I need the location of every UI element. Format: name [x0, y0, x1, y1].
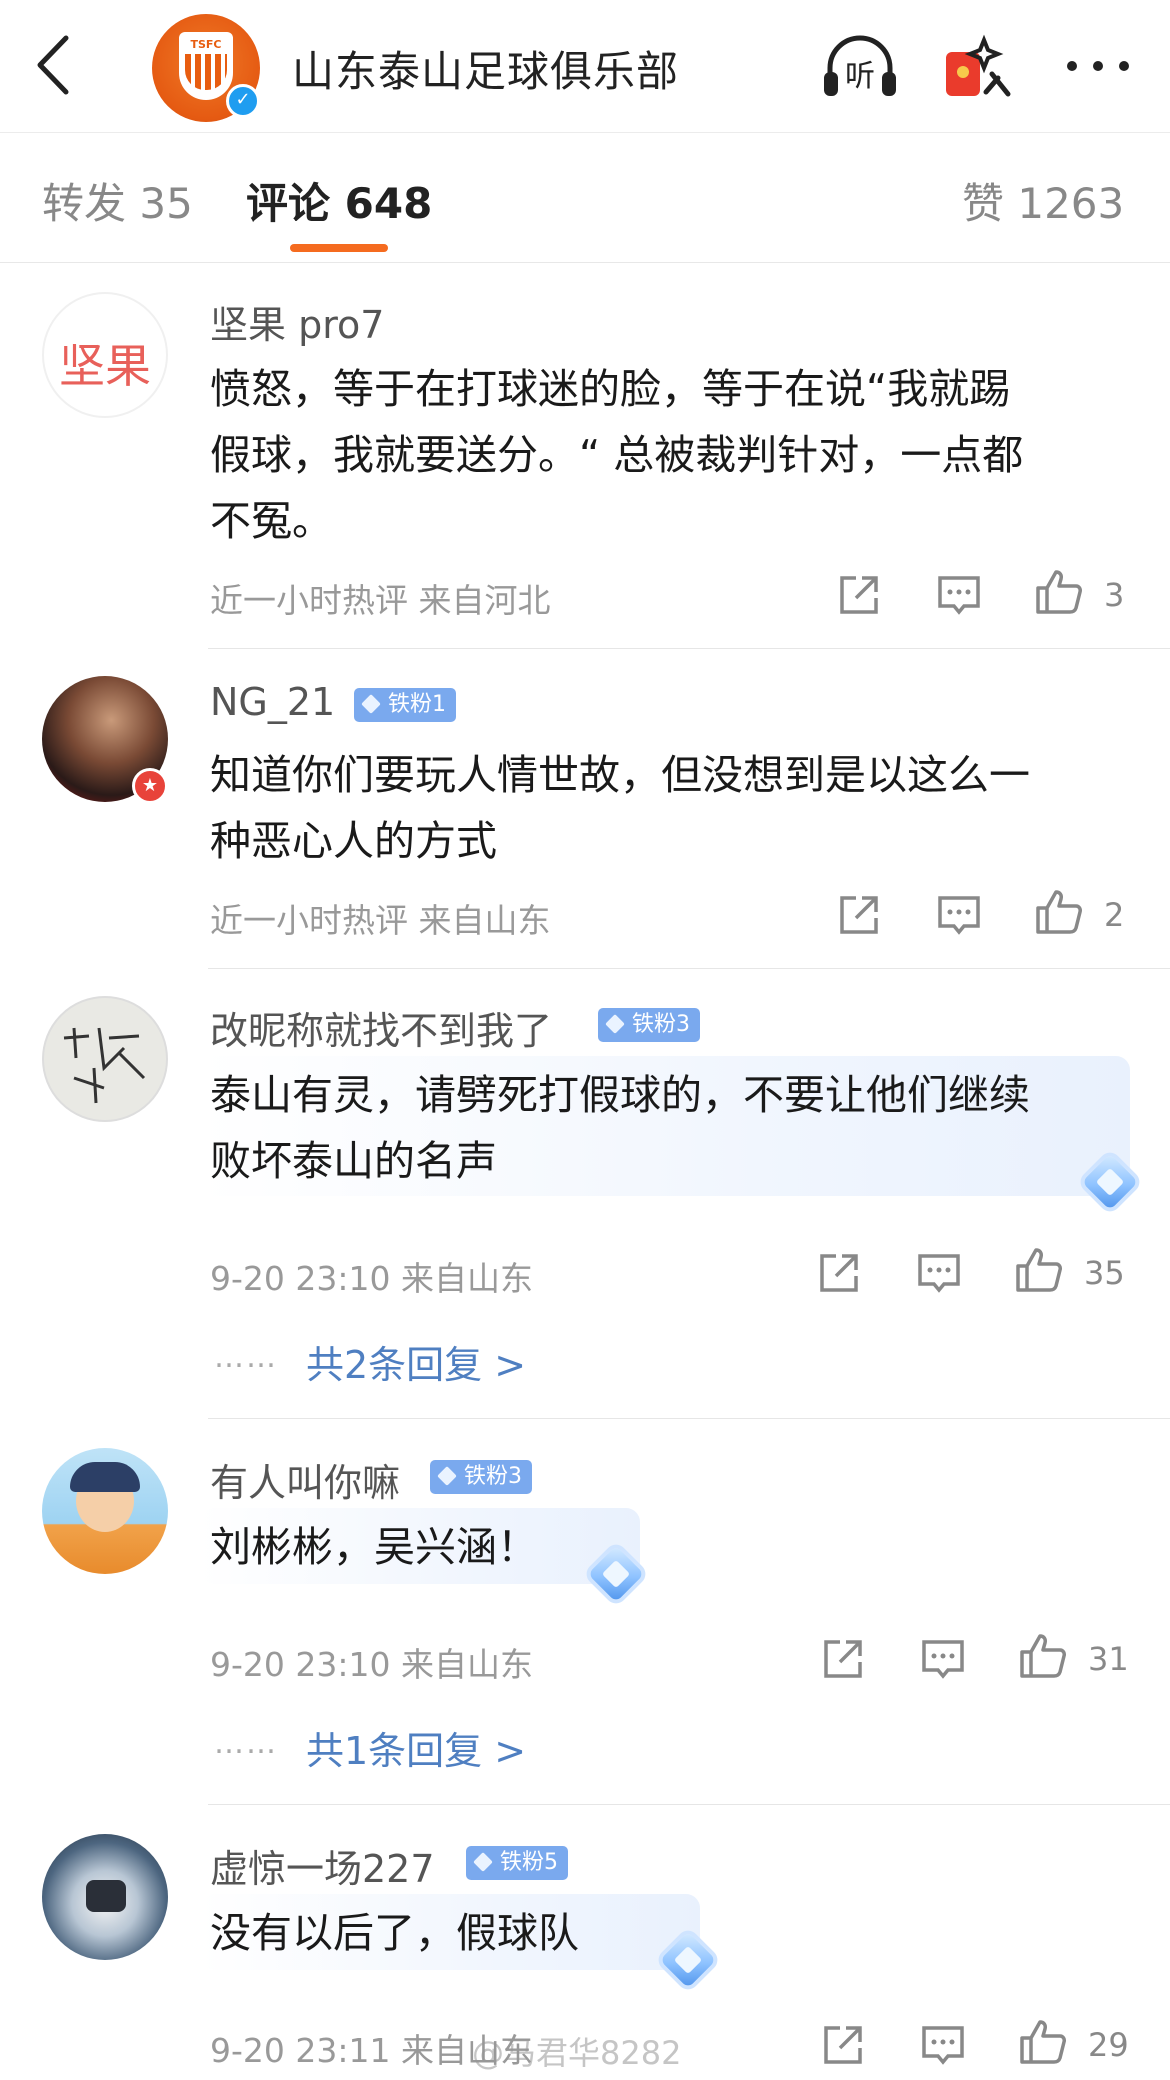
- like-thumb-icon[interactable]: [1034, 566, 1084, 616]
- fan-level-badge: 铁粉5: [466, 1846, 568, 1880]
- comment-username[interactable]: 改昵称就找不到我了: [210, 1000, 552, 1055]
- comment-divider: [208, 968, 1170, 969]
- like-count: 3: [1104, 576, 1125, 614]
- avatar[interactable]: [42, 996, 168, 1122]
- avatar[interactable]: [42, 1834, 168, 1960]
- comment-icon[interactable]: [934, 890, 984, 940]
- avatar[interactable]: 坚果: [42, 292, 168, 418]
- view-replies-link[interactable]: 共2条回复 >: [306, 1334, 526, 1389]
- comment-divider: [208, 1418, 1170, 1419]
- view-replies-link[interactable]: 共1条回复 >: [306, 1720, 526, 1775]
- comment-username[interactable]: NG_21: [210, 680, 335, 724]
- comment-icon[interactable]: [918, 1634, 968, 1684]
- comment-meta: 近一小时热评 来自河北: [210, 581, 551, 620]
- like-thumb-icon[interactable]: [1014, 1244, 1064, 1294]
- like-count: 29: [1088, 2026, 1129, 2064]
- comment-text: 知道你们要玩人情世故，但没想到是以这么一 种恶心人的方式: [210, 751, 1030, 865]
- logo-text: TSFC: [190, 38, 222, 51]
- comment-meta: 近一小时热评 来自山东: [210, 901, 551, 940]
- comment-icon[interactable]: [934, 570, 984, 620]
- comment-icon[interactable]: [918, 2020, 968, 2070]
- fan-level-badge: 铁粉1: [354, 688, 456, 722]
- active-tab-indicator: [290, 244, 388, 252]
- avatar-text: 坚果: [59, 339, 151, 393]
- share-icon[interactable]: [818, 2020, 868, 2070]
- like-thumb-icon[interactable]: [1034, 886, 1084, 936]
- comment-divider: [208, 1804, 1170, 1805]
- like-count: 2: [1104, 896, 1125, 934]
- listen-headphones-icon[interactable]: 听: [820, 28, 900, 104]
- more-icon[interactable]: [1058, 28, 1138, 104]
- verified-badge-icon: ✓: [226, 84, 260, 118]
- star-badge-icon: ★: [132, 768, 168, 804]
- fan-level-badge: 铁粉3: [430, 1460, 532, 1494]
- like-count: 31: [1088, 1640, 1129, 1678]
- share-icon[interactable]: [818, 1634, 868, 1684]
- comment-meta: 9-20 23:10 来自山东: [210, 1645, 533, 1684]
- comment-username[interactable]: 虚惊一场227: [210, 1838, 435, 1893]
- red-envelope-icon[interactable]: [940, 28, 1020, 104]
- like-thumb-icon[interactable]: [1018, 2016, 1068, 2066]
- comment-text: 没有以后了，假球队: [210, 1909, 579, 1957]
- top-bar: TSFC ✓ 山东泰山足球俱乐部 听: [0, 0, 1170, 133]
- share-icon[interactable]: [834, 890, 884, 940]
- comment-username[interactable]: 坚果 pro7: [210, 294, 384, 349]
- tab-likes[interactable]: 赞 1263: [962, 170, 1124, 231]
- comment-username[interactable]: 有人叫你嘛: [210, 1452, 400, 1507]
- fan-level-badge: 铁粉3: [598, 1008, 700, 1042]
- tabs-divider: [0, 262, 1170, 263]
- comment-text: 愤怒，等于在打球迷的脸，等于在说“我就踢 假球，我就要送分。“ 总被裁判针对，一…: [210, 365, 1024, 545]
- reply-dots: ……: [214, 1340, 278, 1375]
- comment-text: 泰山有灵，请劈死打假球的，不要让他们继续 败坏泰山的名声: [210, 1071, 1030, 1185]
- reply-dots: ……: [214, 1726, 278, 1761]
- comment-divider: [208, 648, 1170, 649]
- avatar[interactable]: [42, 1448, 168, 1574]
- svg-text:听: 听: [845, 59, 875, 94]
- watermark: @马君华8282: [472, 2034, 682, 2072]
- share-icon[interactable]: [814, 1248, 864, 1298]
- comment-text: 刘彬彬，吴兴涵！: [210, 1523, 538, 1571]
- like-thumb-icon[interactable]: [1018, 1630, 1068, 1680]
- back-chevron-icon[interactable]: [30, 30, 80, 100]
- share-icon[interactable]: [834, 570, 884, 620]
- comment-icon[interactable]: [914, 1248, 964, 1298]
- like-count: 35: [1084, 1254, 1125, 1292]
- account-title[interactable]: 山东泰山足球俱乐部: [292, 38, 679, 99]
- tab-repost[interactable]: 转发 35: [42, 170, 193, 231]
- comment-meta: 9-20 23:10 来自山东: [210, 1259, 533, 1298]
- tab-comments[interactable]: 评论 648: [246, 170, 432, 231]
